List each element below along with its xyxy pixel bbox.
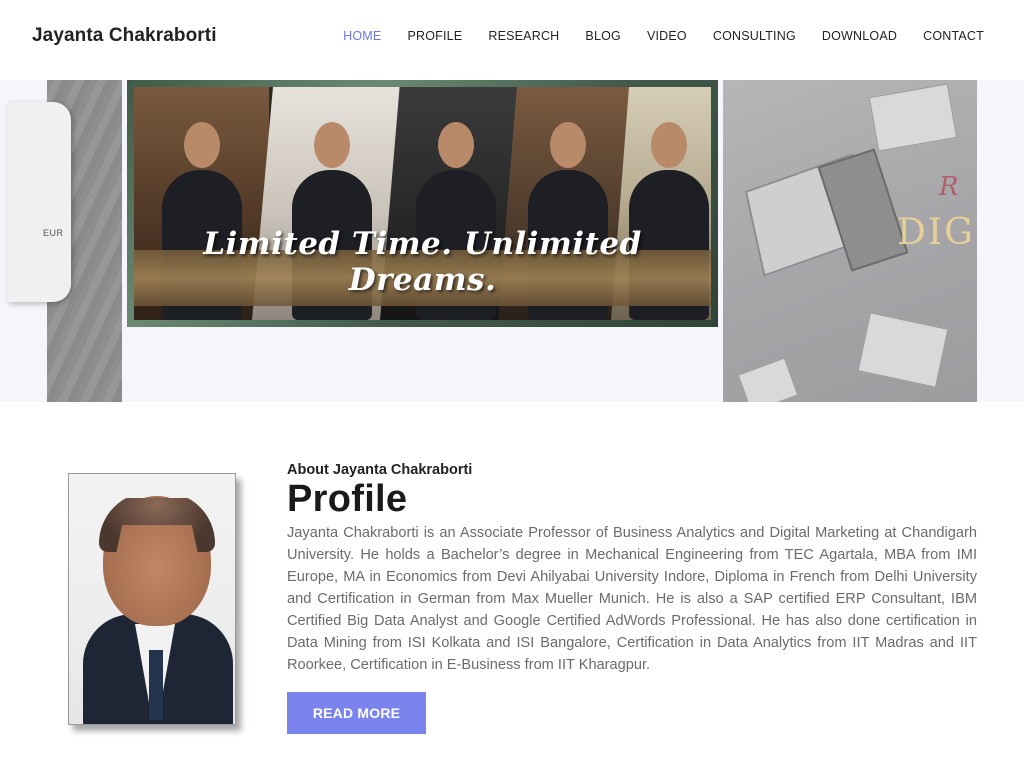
profile-eyebrow: About Jayanta Chakraborti <box>287 462 473 478</box>
hero-slider: EUR Limited Time. Unlimited Dreams. R DI… <box>0 80 1024 402</box>
desk-paper <box>737 357 799 402</box>
nav-home[interactable]: HOME <box>343 29 381 43</box>
profile-heading: Profile <box>287 478 408 520</box>
nav-research[interactable]: RESEARCH <box>488 29 559 43</box>
desk-paper <box>857 312 949 388</box>
slide-previous-text: EUR <box>43 228 64 238</box>
desk-paper <box>868 83 958 152</box>
nav-contact[interactable]: CONTACT <box>923 29 984 43</box>
site-brand[interactable]: Jayanta Chakraborti <box>32 25 217 47</box>
slide-current[interactable]: Limited Time. Unlimited Dreams. <box>127 80 718 327</box>
profile-description: Jayanta Chakraborti is an Associate Prof… <box>287 525 977 673</box>
read-more-button[interactable]: READ MORE <box>287 692 426 734</box>
nav-profile[interactable]: PROFILE <box>407 29 462 43</box>
slide-next-title: DIGIT <box>897 212 977 253</box>
nav-video[interactable]: VIDEO <box>647 29 687 43</box>
desk-laptop-screen <box>817 148 909 272</box>
slide-previous[interactable]: EUR <box>7 80 122 402</box>
nav-blog[interactable]: BLOG <box>585 29 621 43</box>
portrait-tie <box>149 650 163 720</box>
main-nav: HOME PROFILE RESEARCH BLOG VIDEO CONSULT… <box>343 29 984 43</box>
slide-next[interactable]: R DIGIT <box>723 80 977 402</box>
nav-consulting[interactable]: CONSULTING <box>713 29 796 43</box>
profile-portrait <box>68 473 236 725</box>
site-header: Jayanta Chakraborti HOME PROFILE RESEARC… <box>0 0 1024 80</box>
slide-previous-card <box>7 102 71 302</box>
nav-download[interactable]: DOWNLOAD <box>822 29 897 43</box>
slide-next-script-text: R <box>939 172 959 202</box>
banner-photo: Limited Time. Unlimited Dreams. <box>134 87 711 320</box>
banner-tagline: Limited Time. Unlimited Dreams. <box>203 226 642 298</box>
